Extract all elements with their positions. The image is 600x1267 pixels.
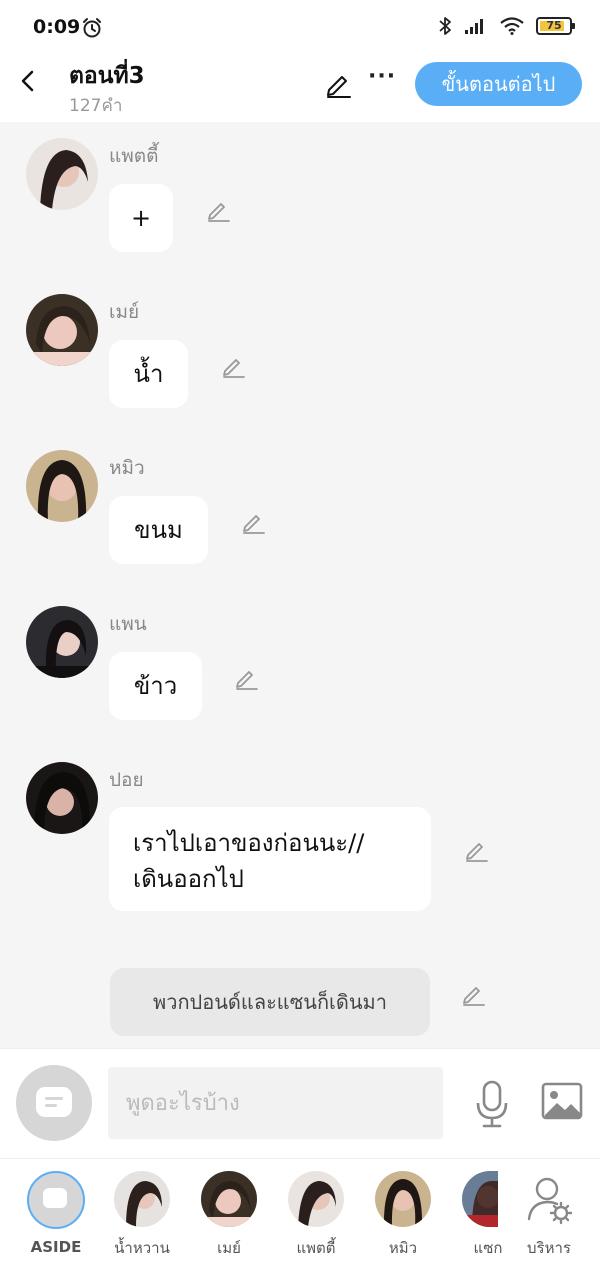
character-may[interactable]: เมย์ [189,1171,269,1260]
microphone-icon[interactable] [472,1079,512,1129]
avatar [201,1171,257,1227]
edit-pencil-icon[interactable] [239,508,267,536]
character-label: หมิว [388,1239,418,1257]
message-line: เราไปเอาของก่อนนะ// [133,829,365,857]
character-label: แพตตี้ [296,1239,336,1257]
header: ตอนที่3 127คำ ··· ขั้นตอนต่อไป [0,56,600,122]
character-bar: ASIDE น้ำหวาน เมย์ แพตตี้ หมิว แซก บริหา… [0,1158,600,1267]
avatar [288,1171,344,1227]
speaker-name: แพตตี้ [109,145,159,167]
avatar-may[interactable] [26,294,98,366]
narration-bubble[interactable]: พวกปอนด์และแซนก็เดินมา [110,968,430,1036]
avatar [114,1171,170,1227]
manage-characters-button[interactable]: บริหาร [509,1171,589,1260]
avatar-miw[interactable] [26,450,98,522]
signal-icon [465,19,483,34]
status-time: 0:09 [33,16,81,38]
chat-area: แพตตี้ + เมย์ น้ำ หมิว ขนม แพน ข้าว ปอย … [0,122,600,1048]
message-bubble[interactable]: น้ำ [109,340,188,408]
character-patty[interactable]: แพตตี้ [276,1171,356,1260]
speaker-name: เมย์ [109,301,140,323]
edit-pencil-icon[interactable] [459,980,487,1008]
message-input[interactable] [108,1067,443,1139]
input-bar [0,1048,600,1158]
avatar-pan[interactable] [26,606,98,678]
chat-bubble-icon [43,1188,67,1208]
wifi-icon [500,17,524,35]
edit-pencil-icon[interactable] [219,352,247,380]
character-label: แซก [473,1239,503,1257]
edit-pencil-icon[interactable] [322,68,354,100]
avatar-patty[interactable] [26,138,98,210]
avatar [462,1171,498,1227]
character-label: น้ำหวาน [114,1239,170,1257]
aside-avatar [27,1171,85,1229]
speaker-name: ปอย [109,769,144,791]
edit-pencil-icon[interactable] [204,196,232,224]
battery-icon: 75 [536,17,575,35]
character-miw[interactable]: หมิว [363,1171,443,1260]
chapter-title: ตอนที่3 [69,63,145,89]
next-step-button[interactable]: ขั้นตอนต่อไป [415,62,582,106]
message-bubble[interactable]: ข้าว [109,652,202,720]
speaker-name: แพน [109,613,147,635]
back-arrow-icon[interactable] [14,64,44,98]
word-count: 127คำ [69,96,123,116]
character-label: เมย์ [217,1239,241,1257]
avatar [375,1171,431,1227]
speaker-name: หมิว [109,457,145,479]
message-line: เดินออกไป [133,865,244,893]
message-bubble[interactable]: ขนม [109,496,208,564]
edit-pencil-icon[interactable] [462,836,490,864]
keyboard-toggle-button[interactable] [16,1065,92,1141]
edit-pencil-icon[interactable] [232,664,260,692]
more-options-icon[interactable]: ··· [368,64,396,89]
character-label: บริหาร [527,1239,571,1257]
character-label: ASIDE [30,1238,82,1256]
message-bubble[interactable]: + [109,184,173,252]
character-saek[interactable]: แซก [448,1171,514,1260]
image-icon[interactable] [540,1081,584,1121]
alarm-icon [83,18,101,38]
battery-level: 75 [546,19,562,32]
message-bubble[interactable]: เราไปเอาของก่อนนะ// เดินออกไป [109,807,431,911]
avatar-poy[interactable] [26,762,98,834]
chat-bubble-icon [36,1087,72,1117]
character-namwan[interactable]: น้ำหวาน [102,1171,182,1260]
bluetooth-icon [439,17,451,35]
character-aside[interactable]: ASIDE [16,1171,96,1256]
status-bar: 0:09 75 [0,0,600,56]
person-settings-icon [527,1177,573,1225]
